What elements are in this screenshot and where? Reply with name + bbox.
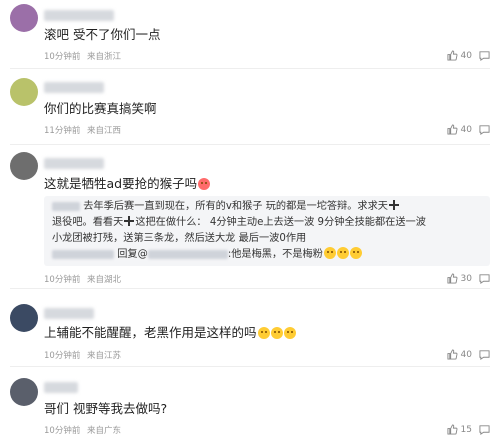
quote-text: :他是梅黑，不是梅粉 — [227, 249, 323, 260]
comment-time: 10分钟前 — [44, 275, 81, 285]
avatar[interactable] — [10, 152, 38, 180]
emoji-icon — [198, 178, 211, 190]
comment-time: 10分钟前 — [44, 426, 81, 436]
comment-text: 哥们 视野等我去做吗? — [44, 401, 168, 416]
emoji-icon — [336, 247, 349, 259]
comment-text: 你们的比赛真搞笑啊 — [44, 101, 157, 116]
like-count: 30 — [460, 273, 472, 284]
avatar[interactable] — [10, 304, 38, 332]
comment-meta: 10分钟前 来自广东 — [44, 424, 125, 436]
quote-text: 退役吧。看看天 — [52, 217, 124, 228]
emoji-icon — [349, 247, 362, 259]
comment-text: 滚吧 受不了你们一点 — [44, 27, 161, 42]
comment-location: 来自广东 — [87, 426, 122, 436]
blurred-username — [147, 249, 228, 259]
divider — [10, 288, 490, 289]
comment-text-content: 上辅能不能醒醒，老黑作用是这样的吗 — [44, 325, 257, 340]
comment-item: 这就是牺牲ad要抢的猴子吗 去年季后赛一直到现在，所有的v和猴子 玩的都是一坨答… — [0, 146, 500, 290]
like-count: 15 — [460, 424, 472, 435]
like-count: 40 — [460, 50, 472, 61]
comment-item: 滚吧 受不了你们一点 10分钟前 来自浙江 40 — [0, 0, 500, 70]
avatar[interactable] — [10, 78, 38, 106]
comment-location: 来自湖北 — [87, 275, 122, 285]
username[interactable] — [44, 382, 78, 393]
blurred-username — [52, 249, 114, 259]
comment-icon[interactable] — [479, 424, 490, 435]
thumbs-up-icon — [447, 424, 458, 435]
comment-text: 上辅能不能醒醒，老黑作用是这样的吗 — [44, 324, 296, 342]
comment-time: 11分钟前 — [44, 126, 81, 136]
comment-text-content: 这就是牺牲ad要抢的猴子吗 — [44, 176, 198, 191]
comment-icon[interactable] — [479, 50, 490, 61]
thumbs-up-icon — [447, 273, 458, 284]
like-button[interactable]: 40 — [447, 124, 472, 135]
avatar[interactable] — [10, 4, 38, 32]
comment-time: 10分钟前 — [44, 351, 81, 361]
like-count: 40 — [460, 349, 472, 360]
comment-location: 来自江西 — [87, 126, 122, 136]
emoji-icon — [283, 327, 296, 339]
comment-meta: 10分钟前 来自浙江 — [44, 50, 125, 62]
cross-emoji-icon — [388, 200, 399, 210]
comment-item: 你们的比赛真搞笑啊 11分钟前 来自江西 40 — [0, 70, 500, 146]
like-button[interactable]: 15 — [447, 424, 472, 435]
comment-meta: 10分钟前 来自江苏 — [44, 349, 125, 361]
like-button[interactable]: 40 — [447, 50, 472, 61]
comment-location: 来自浙江 — [87, 52, 122, 62]
quote-text: 去年季后赛一直到现在，所有的v和猴子 玩的都是一坨答辩。求求天 — [83, 201, 388, 212]
quoted-reply[interactable]: 去年季后赛一直到现在，所有的v和猴子 玩的都是一坨答辩。求求天 退役吧。看看天这… — [44, 196, 490, 266]
comment-item: 上辅能不能醒醒，老黑作用是这样的吗 10分钟前 来自江苏 40 — [0, 290, 500, 367]
comment-icon[interactable] — [479, 349, 490, 360]
comment-icon[interactable] — [479, 124, 490, 135]
like-button[interactable]: 40 — [447, 349, 472, 360]
blurred-username — [52, 201, 80, 211]
quote-line: 去年季后赛一直到现在，所有的v和猴子 玩的都是一坨答辩。求求天 — [52, 199, 400, 215]
username[interactable] — [44, 10, 114, 21]
emoji-icon — [257, 327, 270, 339]
like-count: 40 — [460, 124, 472, 135]
thumbs-up-icon — [447, 124, 458, 135]
thumbs-up-icon — [447, 349, 458, 360]
like-button[interactable]: 30 — [447, 273, 472, 284]
divider — [10, 144, 490, 145]
username[interactable] — [44, 308, 94, 319]
username[interactable] — [44, 82, 104, 93]
username[interactable] — [44, 158, 104, 169]
quote-text: 这把在做什么： 4分钟主动e上去送一波 9分钟全技能都在送一波 — [135, 217, 426, 228]
thumbs-up-icon — [447, 50, 458, 61]
quote-line: 小龙团被打残，送第三条龙，然后送大龙 最后一波0作用 — [52, 231, 306, 247]
comment-time: 10分钟前 — [44, 52, 81, 62]
divider — [10, 68, 490, 69]
comment-item: 哥们 视野等我去做吗? 10分钟前 来自广东 15 — [0, 366, 500, 440]
quote-line: 回复@ :他是梅黑，不是梅粉 — [52, 247, 362, 263]
comment-icon[interactable] — [479, 273, 490, 284]
avatar[interactable] — [10, 378, 38, 406]
comment-meta: 10分钟前 来自湖北 — [44, 273, 125, 285]
comment-text: 这就是牺牲ad要抢的猴子吗 — [44, 175, 211, 193]
comment-meta: 11分钟前 来自江西 — [44, 124, 125, 136]
emoji-icon — [323, 247, 336, 259]
quote-text: 小龙团被打残，送第三条龙，然后送大龙 最后一波0作用 — [52, 233, 307, 244]
emoji-icon — [270, 327, 283, 339]
quote-text: 回复@ — [117, 249, 148, 260]
comment-location: 来自江苏 — [87, 351, 122, 361]
quote-line: 退役吧。看看天 这把在做什么： 4分钟主动e上去送一波 9分钟全技能都在送一波 — [52, 215, 426, 231]
cross-emoji-icon — [124, 216, 135, 226]
